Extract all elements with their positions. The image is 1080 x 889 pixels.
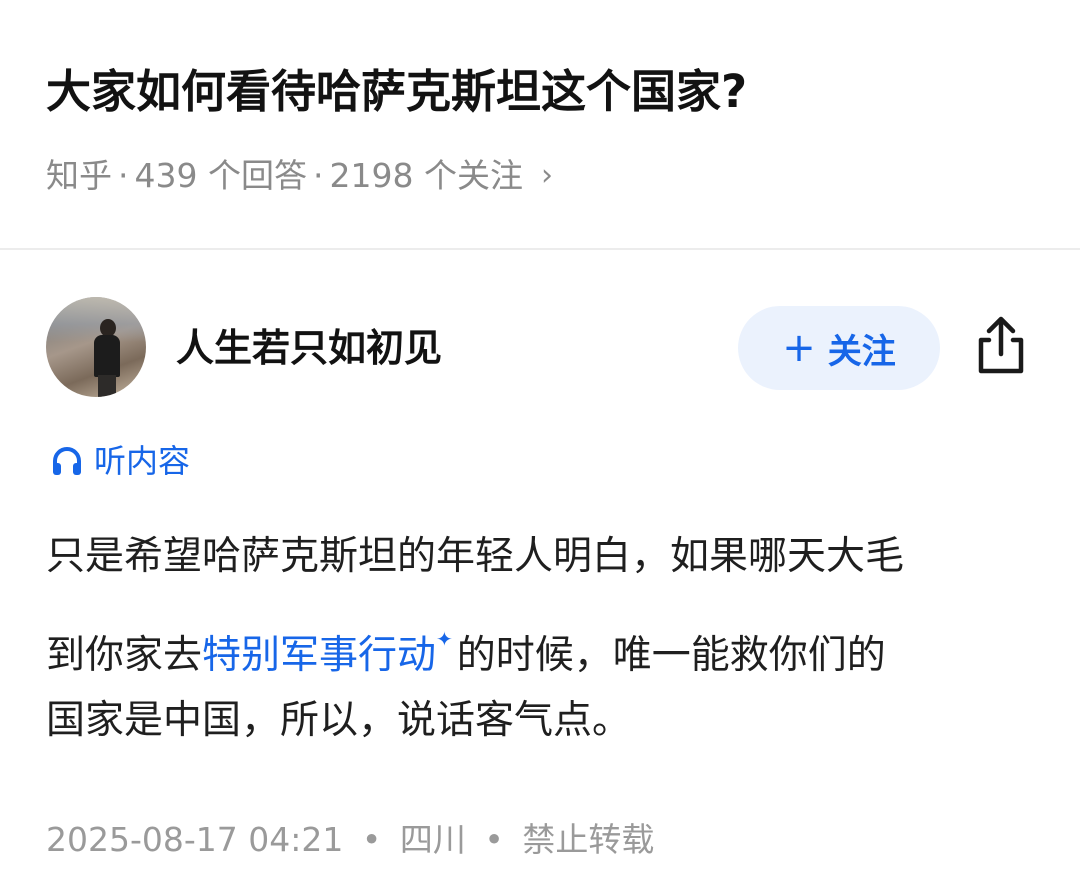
avatar[interactable] [46, 297, 146, 397]
content-text: 的时候，唯一能救你们的 [456, 633, 886, 678]
source-label: 知乎 [46, 156, 112, 195]
answer-count: 439 个回答 [134, 156, 307, 195]
meta-separator: • [484, 820, 504, 859]
avatar-person-body [94, 335, 120, 377]
content-line: 到你家去特别军事行动✦ 的时候，唯一能救你们的 [46, 598, 1046, 680]
sparkle-icon: ✦ [436, 627, 453, 651]
content-line: 只是希望哈萨克斯坦的年轻人明白，如果哪天大毛 [46, 534, 905, 579]
section-divider [0, 248, 1080, 250]
keyword-link[interactable]: 特别军事行动 [202, 633, 436, 678]
meta-separator: · [312, 156, 324, 195]
headphones-icon [53, 447, 81, 475]
author-name[interactable]: 人生若只如初见 [176, 322, 442, 374]
share-icon[interactable] [972, 314, 1030, 376]
plus-icon: + [782, 325, 816, 371]
post-datetime: 2025-08-17 04:21 [46, 820, 344, 859]
post-location: 四川 [399, 820, 466, 859]
meta-separator: • [361, 820, 382, 859]
question-meta[interactable]: 知乎 · 439 个回答 · 2198 个关注 › [46, 152, 553, 200]
answer-content[interactable]: 只是希望哈萨克斯坦的年轻人明白，如果哪天大毛 到你家去特别军事行动✦ 的时候，唯一… [46, 516, 1046, 762]
follow-button-label: 关注 [827, 331, 896, 372]
avatar-person-legs [98, 375, 116, 397]
listen-content-button[interactable]: 听内容 [50, 438, 190, 484]
listen-label: 听内容 [94, 442, 191, 480]
answer-page: 大家如何看待哈萨克斯坦这个国家? 知乎 · 439 个回答 · 2198 个关注… [0, 0, 1080, 889]
follower-count: 2198 个关注 [329, 156, 523, 195]
meta-separator: · [118, 156, 129, 195]
question-title[interactable]: 大家如何看待哈萨克斯坦这个国家? [46, 62, 747, 122]
content-line: 国家是中国，所以，说话客气点。 [46, 698, 632, 743]
content-text: 到你家去 [46, 633, 203, 678]
chevron-right-icon: › [540, 158, 553, 193]
follow-button[interactable]: + 关注 [738, 306, 940, 390]
answer-meta: 2025-08-17 04:21 • 四川 • 禁止转载 [46, 818, 654, 862]
avatar-background [46, 297, 146, 342]
reprint-notice: 禁止转载 [522, 820, 655, 859]
